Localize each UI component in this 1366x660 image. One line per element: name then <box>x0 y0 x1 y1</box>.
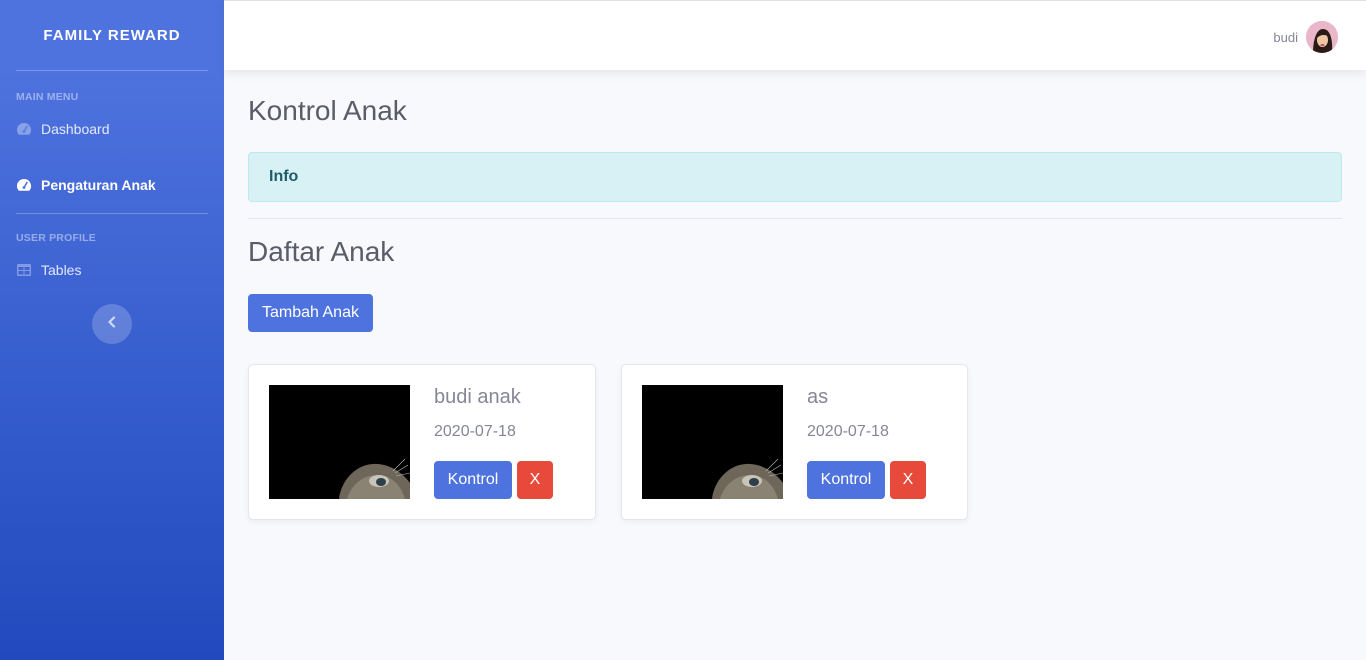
section-title: Daftar Anak <box>248 236 395 267</box>
sidebar-item-dashboard[interactable]: Dashboard <box>0 111 224 147</box>
child-card: budi anak 2020-07-18 Kontrol X <box>248 364 596 520</box>
child-date: 2020-07-18 <box>807 423 889 440</box>
sidebar-item-label: Pengaturan Anak <box>41 177 156 193</box>
kontrol-button[interactable]: Kontrol <box>434 461 512 499</box>
child-photo <box>269 385 410 499</box>
tachometer-icon <box>16 122 33 136</box>
child-name: budi anak <box>434 386 521 408</box>
user-profile-heading: USER PROFILE <box>16 232 96 244</box>
child-photo <box>642 385 783 499</box>
child-card: as 2020-07-18 Kontrol X <box>621 364 968 520</box>
main-content: Kontrol Anak Info Daftar Anak Tambah Ana… <box>248 70 1342 520</box>
sidebar-item-pengaturan-anak[interactable]: Pengaturan Anak <box>0 167 224 203</box>
delete-button[interactable]: X <box>890 461 926 499</box>
user-dropdown[interactable]: budi <box>1273 21 1338 53</box>
avatar[interactable] <box>1306 21 1338 53</box>
delete-button[interactable]: X <box>517 461 553 499</box>
chevron-left-icon <box>107 315 117 333</box>
info-alert: Info <box>248 152 1342 202</box>
page-title: Kontrol Anak <box>248 95 407 126</box>
add-child-button[interactable]: Tambah Anak <box>248 294 373 332</box>
sidebar: FAMILY REWARD MAIN MENU Dashboard Pengat… <box>0 0 224 660</box>
children-list: budi anak 2020-07-18 Kontrol X as 2020-0… <box>248 364 1342 520</box>
topbar: budi <box>224 0 1366 70</box>
kontrol-button[interactable]: Kontrol <box>807 461 885 499</box>
sidebar-item-tables[interactable]: Tables <box>0 252 224 288</box>
tachometer-icon <box>16 178 33 192</box>
sidebar-item-label: Tables <box>41 262 82 278</box>
main-menu-heading: MAIN MENU <box>16 91 79 103</box>
brand-title[interactable]: FAMILY REWARD <box>0 0 224 70</box>
table-icon <box>16 263 33 277</box>
info-alert-text: Info <box>269 168 299 185</box>
content-divider <box>248 218 1342 219</box>
sidebar-item-label: Dashboard <box>41 121 110 137</box>
child-date: 2020-07-18 <box>434 423 516 440</box>
sidebar-toggle-button[interactable] <box>92 304 132 344</box>
user-name: budi <box>1273 29 1298 45</box>
child-name: as <box>807 386 829 408</box>
